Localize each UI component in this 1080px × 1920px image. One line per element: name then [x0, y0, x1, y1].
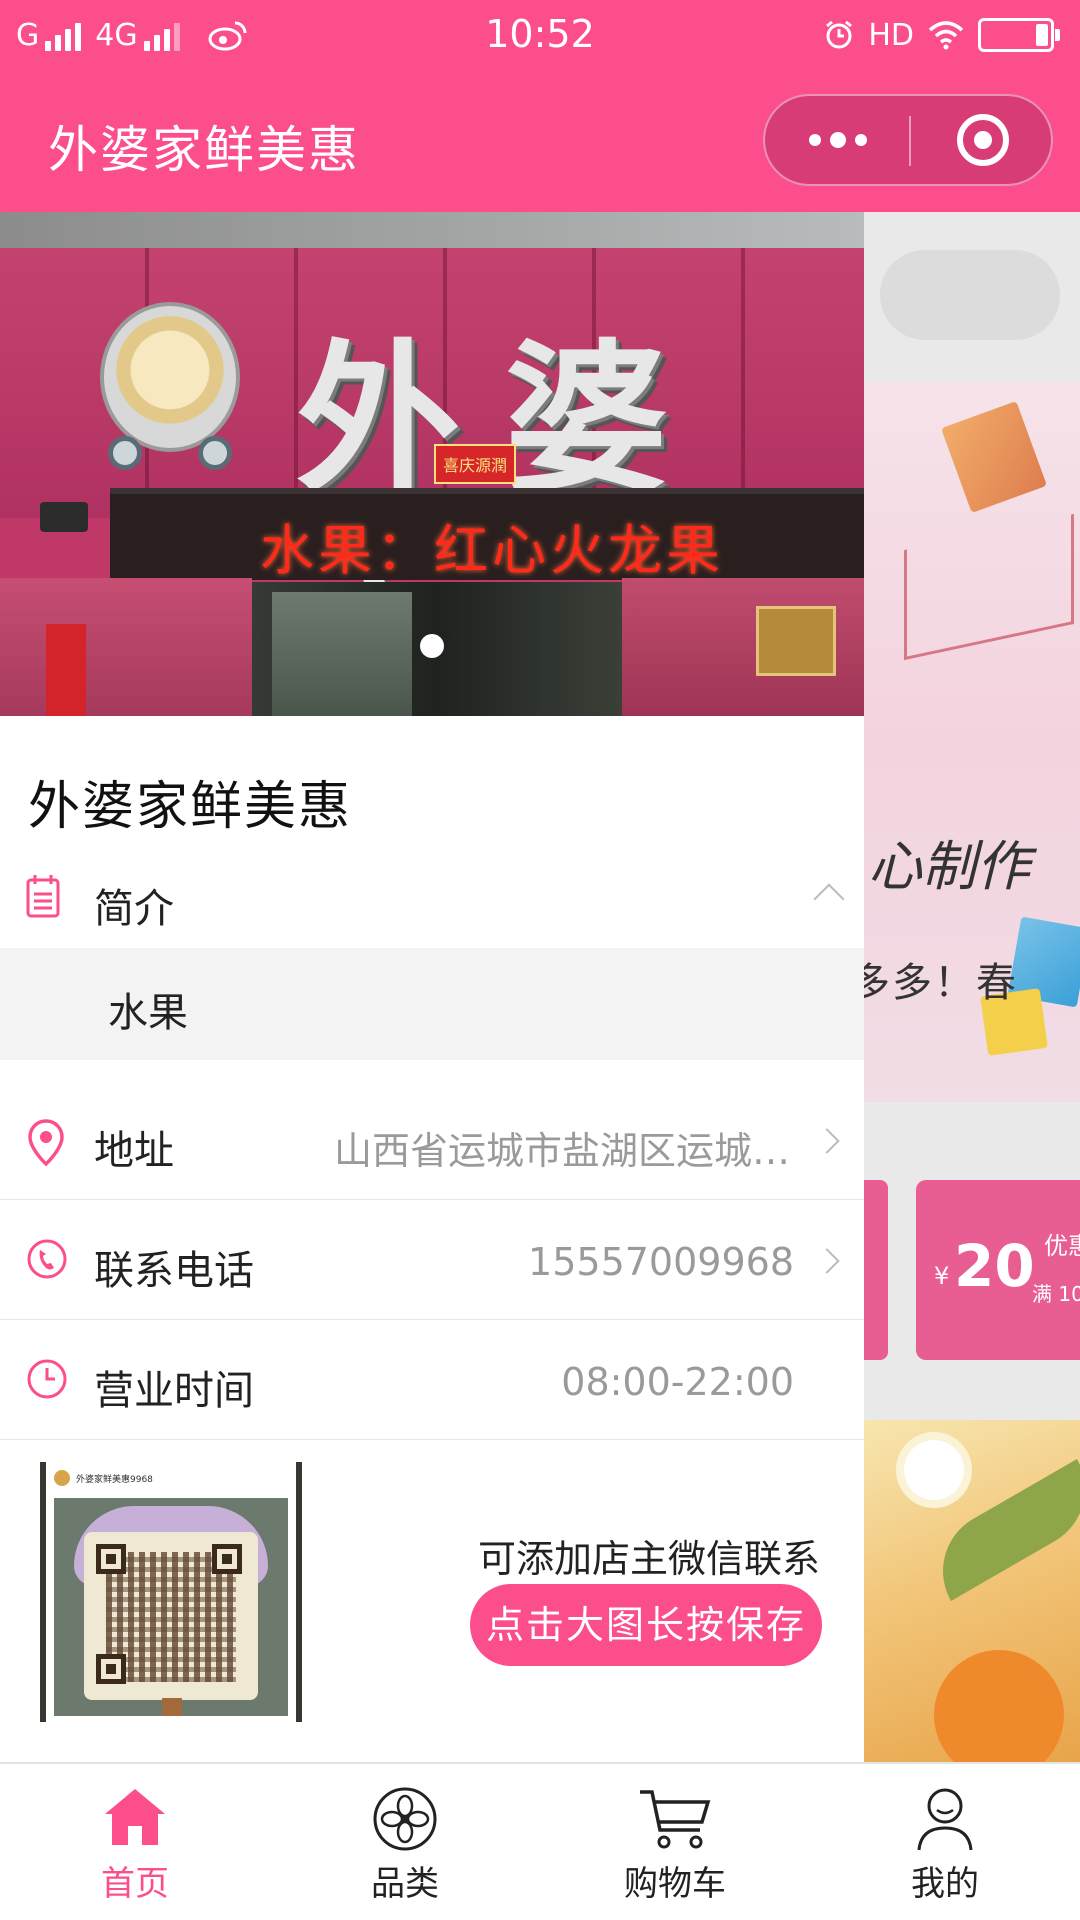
background-notice-text: 多多！春 [850, 960, 1018, 1006]
intro-text: 水果 [108, 990, 188, 1036]
background-product-image [864, 1420, 1080, 1762]
led-board: 水果：红心火龙果 [110, 488, 864, 582]
phone-value: 15557009968 [528, 1240, 794, 1284]
hd-label: HD [868, 17, 914, 53]
calendar-icon [26, 875, 60, 918]
chevron-right-icon [814, 1248, 840, 1274]
profile-icon [917, 1788, 973, 1851]
intro-label: 简介 [94, 886, 174, 932]
qr-card [54, 1498, 288, 1716]
mascot-logo [100, 302, 240, 470]
coupon-amount: 20 [954, 1232, 1035, 1300]
status-right: HD [824, 14, 1060, 56]
chevron-up-icon[interactable] [813, 883, 845, 915]
qr-code [84, 1532, 258, 1700]
intro-header[interactable]: 简介 [0, 848, 864, 960]
intro-content: 水果 [0, 948, 864, 1060]
store-info-drawer: 外婆家 喜庆源潤 水果：红心火龙果 外婆家鲜美惠 简介 水果 [0, 212, 864, 1762]
wifi-icon [928, 21, 964, 50]
phone-icon [27, 1239, 67, 1279]
clock-icon [27, 1359, 67, 1399]
tab-bar: 首页 品类 购物车 我的 [0, 1762, 1080, 1920]
carousel-dot[interactable] [420, 634, 444, 658]
tab-profile[interactable]: 我的 [810, 1764, 1080, 1920]
more-dots-icon[interactable] [765, 96, 910, 184]
background-coupon: ¥ 20 优惠 满 10 [916, 1180, 1080, 1360]
wechat-note: 可添加店主微信联系 [477, 1537, 820, 1581]
store-photo-carousel[interactable]: 外婆家 喜庆源潤 水果：红心火龙果 [0, 212, 864, 716]
address-label: 地址 [94, 1128, 174, 1174]
wechat-qr-image[interactable]: 外婆家鲜美惠9968 [40, 1462, 302, 1722]
alarm-icon [826, 20, 853, 49]
location-pin-icon [28, 1119, 64, 1167]
phone-label: 联系电话 [94, 1248, 254, 1294]
mini-program-capsule [763, 94, 1053, 186]
tab-category-label: 品类 [371, 1864, 439, 1904]
coupon-condition: 满 10 [1032, 1282, 1080, 1306]
tab-home[interactable]: 首页 [0, 1764, 270, 1920]
phone-row[interactable]: 联系电话 15557009968 [0, 1200, 864, 1320]
tab-cart[interactable]: 购物车 [540, 1764, 810, 1920]
red-tag: 喜庆源潤 [434, 444, 516, 484]
close-target-icon[interactable] [913, 96, 1053, 184]
tab-home-label: 首页 [101, 1864, 169, 1904]
capsule-divider [909, 116, 911, 166]
category-flower-icon [373, 1787, 437, 1851]
led-text: 水果：红心火龙果 [260, 519, 724, 582]
tab-cart-label: 购物车 [624, 1864, 726, 1904]
cart-icon [640, 1790, 711, 1849]
store-name: 外婆家鲜美惠 [28, 777, 353, 837]
tab-category[interactable]: 品类 [270, 1764, 540, 1920]
address-row[interactable]: 地址 山西省运城市盐湖区运城市盐湖区 [0, 1080, 864, 1200]
battery-icon [978, 18, 1060, 52]
home-icon [105, 1789, 165, 1845]
address-value: 山西省运城市盐湖区运城市盐湖区 [334, 1129, 794, 1173]
hours-label: 营业时间 [94, 1368, 254, 1414]
save-qr-button[interactable]: 点击大图长按保存 [470, 1584, 822, 1666]
background-coupon-partial [864, 1180, 888, 1360]
store-sign: 外婆家 [0, 248, 864, 716]
hours-value: 08:00-22:00 [561, 1360, 794, 1404]
nav-title: 外婆家鲜美惠 [48, 121, 360, 179]
qr-header: 外婆家鲜美惠9968 [76, 1475, 153, 1485]
tab-profile-label: 我的 [911, 1864, 979, 1904]
nav-bar: 外婆家鲜美惠 [0, 70, 1080, 212]
hours-row: 营业时间 08:00-22:00 [0, 1320, 864, 1440]
background-search-bar [880, 250, 1060, 340]
coupon-label: 优惠 [1044, 1232, 1080, 1260]
coupon-currency: ¥ [934, 1262, 950, 1290]
chevron-right-icon [814, 1128, 840, 1154]
status-bar: G 4G 10:52 HD [0, 0, 1080, 70]
qr-avatar [54, 1470, 70, 1486]
